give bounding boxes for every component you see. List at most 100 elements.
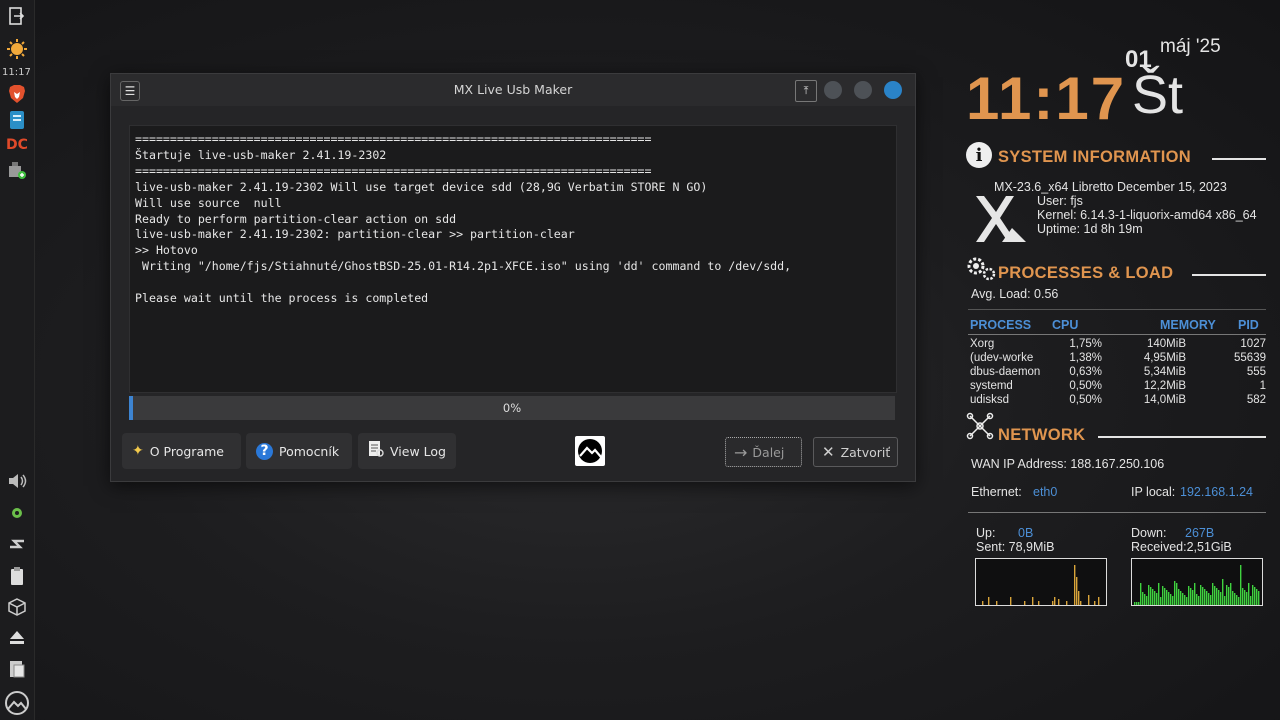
gears-icon <box>966 254 996 287</box>
graph-bar <box>1236 595 1238 605</box>
settings-gear-icon[interactable] <box>5 501 29 525</box>
double-commander-icon[interactable]: DC <box>5 133 29 157</box>
network-icon[interactable] <box>5 532 29 556</box>
graph-bar <box>1234 593 1236 605</box>
graph-bar <box>1054 597 1056 605</box>
view-log-button[interactable]: View Log <box>358 433 456 469</box>
graph-bar <box>1194 583 1196 605</box>
graph-bar <box>1182 593 1184 605</box>
graph-bar <box>1170 594 1172 605</box>
graph-bar <box>1224 596 1226 605</box>
graph-bar <box>1166 590 1168 605</box>
about-button[interactable]: ✦ O Programe <box>122 433 241 469</box>
mx-x-logo-icon <box>972 194 1030 249</box>
col-cpu: CPU <box>1052 318 1079 332</box>
process-memory: 140MiB <box>1147 338 1186 350</box>
about-button-label: O Programe <box>149 443 224 459</box>
mx-logo-icon[interactable] <box>4 690 30 716</box>
graph-bar <box>1066 601 1068 605</box>
graph-bar <box>1038 601 1040 605</box>
volume-icon[interactable] <box>5 469 29 493</box>
minimize-button[interactable] <box>824 81 842 99</box>
ethernet-value: eth0 <box>1033 485 1058 499</box>
network-nodes-icon <box>966 412 994 445</box>
window-titlebar[interactable]: ☰ MX Live Usb Maker ⤒ <box>111 74 915 106</box>
graph-bar <box>1186 597 1188 605</box>
col-pid: PID <box>1238 318 1259 332</box>
mx-logo-icon <box>575 436 605 466</box>
graph-bar <box>1174 581 1176 605</box>
process-cpu: 0,63% <box>1069 366 1102 378</box>
graph-bar <box>1024 601 1026 605</box>
mx-live-usb-maker-window: ☰ MX Live Usb Maker ⤒ ==================… <box>110 73 916 482</box>
process-row: udisksd 0,50% 14,0MiB 582 <box>970 394 1266 408</box>
log-output[interactable]: ========================================… <box>129 125 897 393</box>
graph-bar <box>1192 590 1194 605</box>
col-memory: MEMORY <box>1160 318 1216 332</box>
graph-bar <box>1180 591 1182 605</box>
graph-bar <box>1216 588 1218 605</box>
process-cpu: 0,50% <box>1069 394 1102 406</box>
kernel-info: Kernel: 6.14.3-1-liquorix-amd64 x86_64 <box>1037 208 1257 222</box>
sparkle-icon: ✦ <box>132 443 144 459</box>
next-button-label: Ďalej <box>752 444 785 460</box>
graph-bar <box>1246 592 1248 605</box>
ethernet-label: Ethernet: <box>971 485 1022 499</box>
eject-icon[interactable] <box>5 625 29 649</box>
graph-bar <box>1184 595 1186 605</box>
close-window-button[interactable] <box>884 81 902 99</box>
graph-bar <box>1146 596 1148 605</box>
section-divider <box>1212 158 1266 160</box>
keep-above-icon[interactable]: ⤒ <box>795 80 817 102</box>
graph-bar <box>1230 583 1232 605</box>
package-icon[interactable] <box>5 595 29 619</box>
graph-bar <box>1204 589 1206 605</box>
process-row: dbus-daemon 0,63% 5,34MiB 555 <box>970 366 1266 380</box>
next-button[interactable]: → Ďalej <box>725 437 802 467</box>
help-button[interactable]: ? Pomocník <box>246 433 352 469</box>
graph-bar <box>1258 591 1260 605</box>
graph-bar <box>1162 586 1164 605</box>
graph-bar <box>1156 593 1158 605</box>
graph-bar <box>1178 589 1180 605</box>
graph-bar <box>1010 597 1012 605</box>
section-divider <box>1192 274 1266 276</box>
process-memory: 4,95MiB <box>1143 352 1186 364</box>
help-icon: ? <box>256 442 273 460</box>
graph-bar <box>1196 594 1198 605</box>
panel-clock[interactable]: 11:17 <box>2 67 31 78</box>
process-name: (udev-worke <box>970 352 1034 364</box>
notes-app-icon[interactable] <box>5 108 29 132</box>
clipboard-icon[interactable] <box>5 564 29 588</box>
logout-icon[interactable] <box>5 4 29 28</box>
graph-bar <box>1222 579 1224 605</box>
close-button-label: Zatvoriť <box>840 444 891 460</box>
ip-local-value: 192.168.1.24 <box>1180 485 1253 499</box>
graph-bar <box>1088 595 1090 605</box>
weather-sun-icon[interactable] <box>5 37 29 61</box>
help-button-label: Pomocník <box>279 443 340 459</box>
graph-bar <box>1032 597 1034 605</box>
process-pid: 1027 <box>1240 338 1266 350</box>
brave-browser-icon[interactable] <box>5 82 29 106</box>
graph-bar <box>1206 591 1208 605</box>
graph-bar <box>1148 585 1150 605</box>
file-manager-icon[interactable] <box>5 657 29 681</box>
down-label: Down: <box>1131 526 1167 540</box>
up-value: 0B <box>1018 526 1034 540</box>
ip-local-label: IP local: <box>1131 485 1176 499</box>
graph-bar <box>1248 583 1250 605</box>
graph-bar <box>1058 599 1060 605</box>
graph-bar <box>1252 585 1254 605</box>
graph-bar <box>1250 596 1252 605</box>
maximize-button[interactable] <box>854 81 872 99</box>
close-button[interactable]: ✕ Zatvoriť <box>813 437 898 467</box>
conky-widget: 11:17 01 máj '25 Št i SYSTEM INFORMATION… <box>960 0 1280 720</box>
process-pid: 582 <box>1246 394 1266 406</box>
process-pid: 55639 <box>1234 352 1266 364</box>
os-info: MX-23.6_x64 Libretto December 15, 2023 <box>994 180 1227 194</box>
usb-installer-icon[interactable] <box>5 158 29 182</box>
processes-heading: PROCESSES & LOAD <box>998 264 1174 282</box>
network-heading: NETWORK <box>998 426 1086 444</box>
process-row: Xorg 1,75% 140MiB 1027 <box>970 338 1266 352</box>
